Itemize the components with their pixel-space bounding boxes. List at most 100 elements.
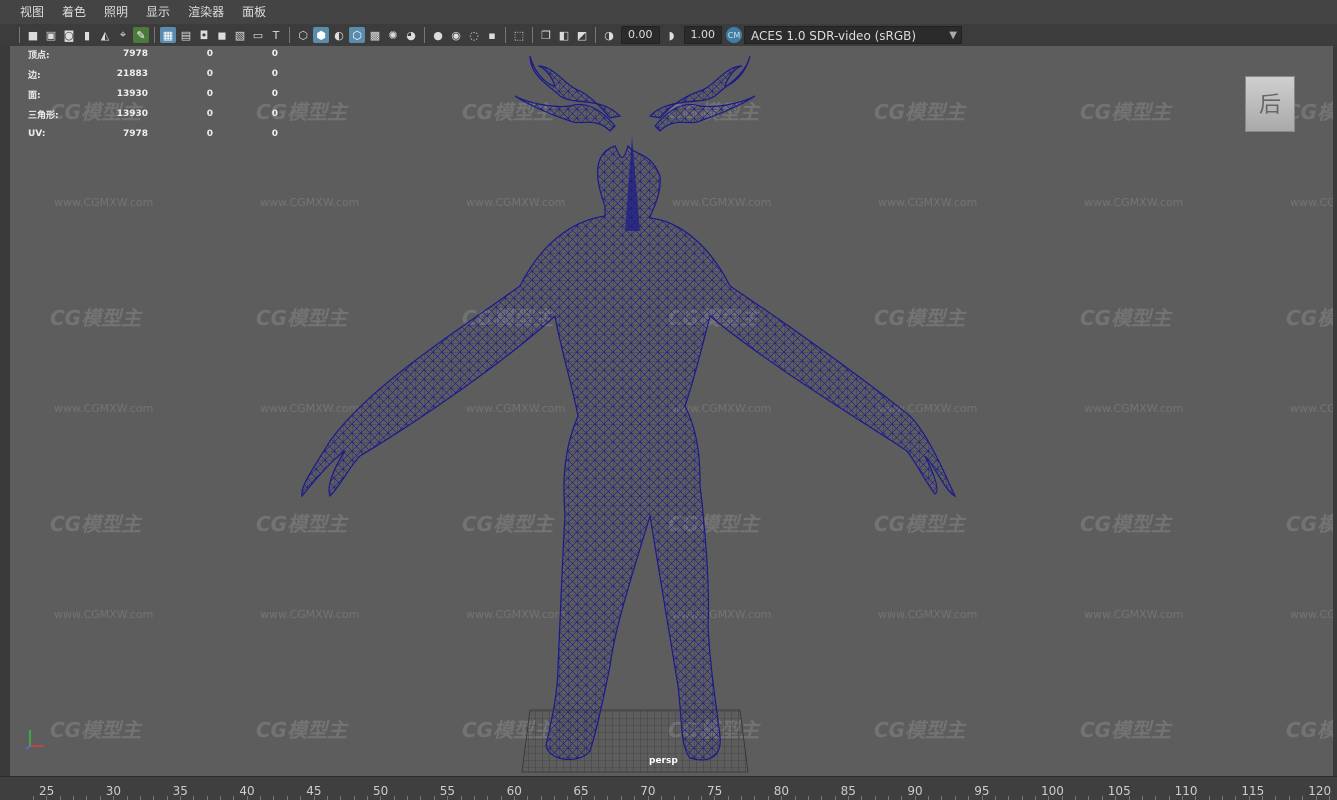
toolbar-separator [424,27,425,43]
timeline-tick [1208,796,1210,800]
color-management-value: ACES 1.0 SDR-video (sRGB) [751,29,917,43]
camera-name-label: persp [649,756,678,766]
timeline-tick [1235,796,1237,800]
axis-gizmo-icon [25,730,44,750]
motion-blur-icon[interactable]: ◉ [448,27,464,43]
safe-title-icon[interactable]: T [268,27,284,43]
menu-lighting[interactable]: 照明 [95,0,137,24]
grease-pencil-icon[interactable]: ✎ [133,27,149,43]
timeline-tick [954,796,956,800]
wireframe-model[interactable] [10,46,1333,776]
character-mesh [301,55,957,761]
isolate-select-icon[interactable]: ⬚ [511,27,527,43]
viewport-persp[interactable]: CG模型主CG模型主CG模型主CG模型主CG模型主CG模型主CG模型主CG模型主… [10,46,1333,776]
color-management-select[interactable]: ACES 1.0 SDR-video (sRGB) ▼ [744,26,962,44]
textured-icon[interactable]: ▩ [367,27,383,43]
timeline-tick [166,796,168,800]
timeline-tick [1115,796,1117,800]
timeline-tick [607,796,609,800]
hud-label: 面: [28,90,41,101]
timeline-tick-label: 120 [1308,784,1332,798]
toolbar-separator [154,27,155,43]
timeline-tick [260,796,262,800]
menu-shading[interactable]: 着色 [53,0,95,24]
toolbar-separator [19,27,20,43]
exposure-icon[interactable]: ◑ [601,27,617,43]
hud-row: 顶点: 7978 0 0 [28,46,278,64]
timeline-tick [714,796,716,800]
field-chart-icon[interactable]: ▧ [232,27,248,43]
timeline-tick-label: 100 [1041,784,1064,798]
hud-value: 7978 [122,49,148,59]
grid-icon[interactable]: ▦ [160,27,176,43]
timeline-tick [1101,796,1103,800]
time-slider[interactable]: 25 30 35 40 45 50 55 60 65 70 75 80 85 90 95 100 105 110 1… [0,776,1337,800]
gamma-field[interactable]: 1.00 [683,26,722,44]
hud-a: 0 [206,49,213,59]
smooth-shade-icon[interactable]: ⬢ [313,27,329,43]
resolution-gate-icon[interactable]: ◘ [196,27,212,43]
timeline-tick [1168,796,1170,800]
poly-count-hud: 顶点: 7978 0 0 边: 21883 0 0 面: 13930 0 0 三角形: 13930 0 0 UV… [28,46,278,144]
multisample-aa-icon[interactable]: ◌ [466,27,482,43]
timeline-tick [928,796,930,800]
timeline-tick [380,796,382,800]
screen-space-ao-icon[interactable]: ● [430,27,446,43]
timeline-tick [313,796,315,800]
hud-b: 0 [271,129,278,139]
2d-pan-zoom-icon[interactable]: ⌖ [115,27,131,43]
hud-a: 0 [206,89,213,99]
camera-lock-icon[interactable]: ◙ [61,27,77,43]
toolbar-separator [595,27,596,43]
timeline-tick [1061,796,1063,800]
image-plane-icon[interactable]: ◭ [97,27,113,43]
use-all-lights-icon[interactable]: ✺ [385,27,401,43]
timeline-tick [407,796,409,800]
camera-attributes-icon[interactable]: ▣ [43,27,59,43]
camera-icon[interactable]: ■ [25,27,41,43]
viewcube[interactable]: 后 [1245,76,1295,132]
hud-label: 三角形: [28,110,59,121]
timeline-tick [233,796,235,800]
wireframe-icon[interactable]: ⬡ [295,27,311,43]
default-material-icon[interactable]: ◐ [331,27,347,43]
xray-active-icon[interactable]: ◧ [556,27,572,43]
timeline-tick [981,796,983,800]
gate-mask-icon[interactable]: ◼ [214,27,230,43]
timeline-tick [794,796,796,800]
safe-action-icon[interactable]: ▭ [250,27,266,43]
timeline-tick [741,796,743,800]
bookmark-icon[interactable]: ▮ [79,27,95,43]
timeline-tick [634,796,636,800]
xray-joints-icon[interactable]: ◩ [574,27,590,43]
timeline-tick [754,796,756,800]
timeline-tick [99,796,101,800]
timeline-tick [1195,796,1197,800]
timeline-tick [861,796,863,800]
hud-value: 21883 [116,69,148,79]
color-management-icon[interactable]: CM [726,27,742,43]
film-gate-icon[interactable]: ▤ [178,27,194,43]
hud-row: 边: 21883 0 0 [28,64,278,84]
hud-a: 0 [206,129,213,139]
shadows-icon[interactable]: ◕ [403,27,419,43]
timeline-tick [1075,796,1077,800]
menu-renderer[interactable]: 渲染器 [179,0,233,24]
timeline-tick [1302,796,1304,800]
timeline-tick [1141,796,1143,800]
timeline-tick [994,796,996,800]
hud-row: UV: 7978 0 0 [28,124,278,144]
exposure-field[interactable]: 0.00 [621,26,660,44]
menu-show[interactable]: 显示 [137,0,179,24]
xray-icon[interactable]: ❐ [538,27,554,43]
timeline-tick [874,796,876,800]
menu-view[interactable]: 视图 [0,0,53,24]
toolbar-separator [532,27,533,43]
timeline-tick [807,796,809,800]
depth-of-field-icon[interactable]: ▪ [484,27,500,43]
gamma-icon[interactable]: ◗ [664,27,680,43]
timeline-tick [1181,796,1183,800]
menu-panels[interactable]: 面板 [233,0,275,24]
timeline-tick [73,796,75,800]
wireframe-on-shaded-icon[interactable]: ⬡ [349,27,365,43]
